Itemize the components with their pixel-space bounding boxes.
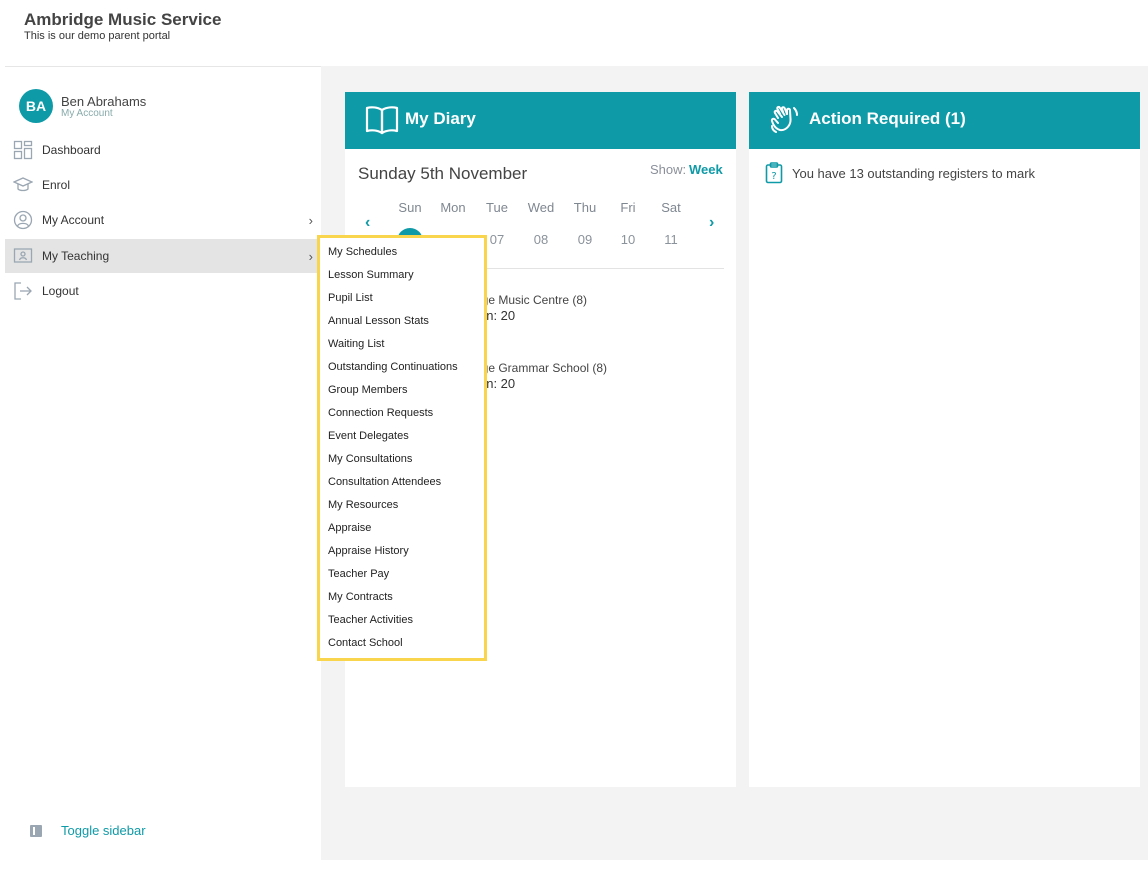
prev-week-button[interactable]: ‹	[365, 214, 370, 232]
diary-title: My Diary	[405, 109, 476, 128]
day-name: Mon	[440, 200, 466, 215]
toggle-sidebar-label: Toggle sidebar	[61, 823, 146, 838]
submenu-item-event-delegates[interactable]: Event Delegates	[328, 430, 409, 442]
day-name: Tue	[486, 200, 508, 215]
clipboard-question-icon: ?	[765, 162, 783, 184]
submenu-item-connection-requests[interactable]: Connection Requests	[328, 407, 433, 419]
submenu-item-group-members[interactable]: Group Members	[328, 384, 407, 396]
sidebar: BA Ben Abrahams My Account Dashboard Enr…	[5, 67, 321, 860]
day-name: Fri	[620, 200, 636, 215]
book-open-icon	[365, 106, 399, 135]
next-week-button[interactable]: ›	[709, 214, 714, 232]
submenu-item-lesson-summary[interactable]: Lesson Summary	[328, 269, 414, 281]
logout-icon	[14, 282, 32, 300]
waving-hand-icon	[770, 105, 798, 133]
sidebar-item-logout[interactable]: Logout	[5, 274, 321, 308]
submenu-item-my-resources[interactable]: My Resources	[328, 499, 398, 511]
action-card-header: Action Required (1)	[749, 92, 1140, 149]
submenu-item-appraise[interactable]: Appraise	[328, 522, 371, 534]
day-number[interactable]: 10	[613, 232, 643, 247]
app-subtitle: This is our demo parent portal	[24, 30, 171, 42]
diary-date: Sunday 5th November	[358, 164, 528, 183]
lesson-location: lge Grammar School (8)	[479, 361, 608, 375]
submenu-item-pupil-list[interactable]: Pupil List	[328, 292, 373, 304]
my-teaching-submenu: My Schedules Lesson Summary Pupil List A…	[317, 235, 487, 661]
day-number[interactable]: 09	[570, 232, 600, 247]
submenu-item-contact-school[interactable]: Contact School	[328, 637, 403, 649]
day-number[interactable]: 11	[656, 232, 686, 247]
sidebar-item-label: Logout	[42, 284, 79, 298]
submenu-item-outstanding-continuations[interactable]: Outstanding Continuations	[328, 361, 458, 373]
sidebar-item-my-account[interactable]: My Account ›	[5, 203, 321, 237]
sidebar-item-label: Enrol	[42, 178, 71, 192]
day-name: Sun	[398, 200, 422, 215]
submenu-item-teacher-activities[interactable]: Teacher Activities	[328, 614, 413, 626]
sidebar-item-label: My Teaching	[42, 249, 110, 263]
day-name: Wed	[527, 200, 555, 215]
app-header: Ambridge Music Service This is our demo …	[0, 0, 1148, 66]
sidebar-item-label: My Account	[42, 213, 105, 227]
lesson-location: lge Music Centre (8)	[479, 293, 588, 307]
toggle-sidebar-button[interactable]: Toggle sidebar	[5, 815, 321, 845]
sidebar-item-dashboard[interactable]: Dashboard	[5, 133, 321, 167]
dashboard-icon	[13, 140, 33, 160]
outstanding-registers-link[interactable]: You have 13 outstanding registers to mar…	[792, 166, 1035, 181]
chevron-right-icon: ›	[308, 212, 313, 228]
submenu-item-teacher-pay[interactable]: Teacher Pay	[328, 568, 389, 580]
submenu-item-my-contracts[interactable]: My Contracts	[328, 591, 393, 603]
submenu-item-my-consultations[interactable]: My Consultations	[328, 453, 412, 465]
sidebar-item-my-teaching[interactable]: My Teaching ›	[5, 239, 321, 273]
teaching-board-icon	[13, 248, 33, 263]
submenu-item-my-schedules[interactable]: My Schedules	[328, 246, 397, 258]
submenu-item-waiting-list[interactable]: Waiting List	[328, 338, 384, 350]
graduation-cap-icon	[13, 177, 33, 192]
day-number[interactable]: 08	[526, 232, 556, 247]
app-title: Ambridge Music Service	[24, 10, 222, 29]
avatar[interactable]: BA	[19, 89, 53, 123]
action-title: Action Required (1)	[809, 109, 966, 128]
diary-card-header: My Diary	[345, 92, 736, 149]
user-name[interactable]: Ben Abrahams	[61, 94, 146, 109]
day-name: Sat	[661, 200, 681, 215]
day-name: Thu	[573, 200, 597, 215]
submenu-item-annual-lesson-stats[interactable]: Annual Lesson Stats	[328, 315, 429, 327]
view-mode-selector[interactable]: Week	[689, 162, 723, 177]
avatar-initials: BA	[25, 98, 47, 114]
user-circle-icon	[13, 210, 33, 230]
action-required-card: Action Required (1) ? You have 13 outsta…	[749, 92, 1140, 787]
footer-strip	[0, 860, 1148, 869]
show-label: Show:	[650, 162, 687, 177]
sidebar-item-enrol[interactable]: Enrol	[5, 168, 321, 202]
user-account-link[interactable]: My Account	[61, 108, 113, 119]
submenu-item-consultation-attendees[interactable]: Consultation Attendees	[328, 476, 441, 488]
svg-text:?: ?	[771, 171, 776, 182]
submenu-item-appraise-history[interactable]: Appraise History	[328, 545, 409, 557]
sidebar-toggle-icon	[30, 825, 42, 837]
sidebar-item-label: Dashboard	[42, 143, 101, 157]
chevron-right-icon: ›	[308, 248, 313, 264]
